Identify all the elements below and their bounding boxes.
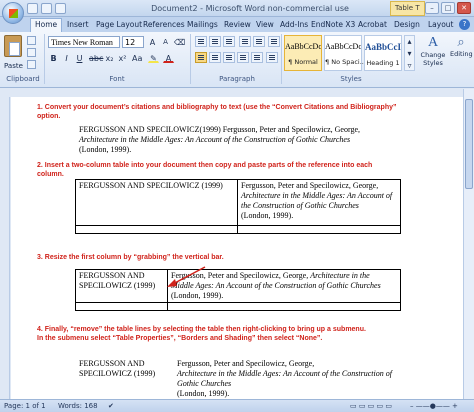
save-icon[interactable] — [27, 3, 38, 14]
tab-endnote[interactable]: EndNote X3 — [311, 19, 355, 32]
font-name-box[interactable]: Times New Roman — [48, 36, 120, 48]
office-button[interactable] — [2, 2, 24, 24]
change-case-icon[interactable]: Aa — [131, 52, 142, 63]
office-logo-icon — [9, 9, 18, 18]
maximize-button[interactable]: □ — [441, 2, 455, 14]
tab-review[interactable]: Review — [224, 19, 251, 32]
tab-layout[interactable]: Layout — [428, 19, 454, 32]
tab-mailings[interactable]: Mailings — [187, 19, 218, 32]
paste-label: Paste — [4, 62, 23, 70]
tab-view[interactable]: View — [256, 19, 274, 32]
redo-icon[interactable] — [55, 3, 66, 14]
instruction-1: 1. Convert your document’s citations and… — [37, 104, 397, 120]
font-size-box[interactable]: 12 — [122, 36, 144, 48]
instruction-2: 2. Insert a two-column table into your d… — [37, 162, 373, 178]
minimize-button[interactable]: – — [425, 2, 439, 14]
find-icon: ⌕ — [457, 35, 465, 50]
align-right-icon[interactable] — [223, 52, 235, 63]
clear-formatting-icon[interactable]: ⌫ — [173, 36, 185, 47]
change-styles-button[interactable]: A Change Styles — [420, 35, 446, 67]
word-count[interactable]: Words: 168 — [58, 402, 98, 410]
vertical-scrollbar[interactable] — [463, 89, 474, 399]
highlight-icon[interactable]: ✎ — [148, 52, 159, 63]
styles-scroll-icon[interactable]: ▴ ▾ ▿ — [404, 35, 415, 71]
tab-design[interactable]: Design — [394, 19, 420, 32]
change-styles-icon: A — [427, 35, 439, 50]
superscript-icon[interactable]: x² — [117, 52, 128, 63]
tab-references[interactable]: References — [143, 19, 185, 32]
bold-icon[interactable]: B — [48, 52, 59, 63]
font-color-icon[interactable]: A — [163, 52, 174, 63]
proofing-icon[interactable]: ✔ — [108, 402, 114, 410]
ribbon-tabs: Home Insert Page Layout References Maili… — [0, 17, 474, 32]
tab-acrobat[interactable]: Acrobat — [358, 19, 387, 32]
style-normal[interactable]: AaBbCcDc ¶ Normal — [284, 35, 322, 71]
undo-icon[interactable] — [41, 3, 52, 14]
table-resized[interactable]: FERGUSSON AND SPECILOWICZ (1999) Ferguss… — [75, 269, 401, 311]
zoom-slider[interactable]: – ——●—— + — [410, 402, 458, 410]
scrollbar-thumb[interactable] — [465, 99, 473, 189]
quick-access-toolbar — [27, 3, 66, 14]
subscript-icon[interactable]: x₂ — [104, 52, 115, 63]
table-cell-key-resized[interactable]: FERGUSSON AND SPECILOWICZ (1999) — [75, 269, 168, 303]
document-page[interactable]: 1. Convert your document’s citations and… — [11, 97, 463, 399]
ribbon-home: Paste Clipboard Times New Roman 12 A A ⌫… — [0, 32, 474, 88]
cut-icon[interactable] — [27, 36, 36, 45]
grow-font-icon[interactable]: A — [147, 36, 158, 47]
table-cell-key[interactable]: FERGUSSON AND SPECILOWICZ (1999) — [75, 179, 238, 226]
strikethrough-icon[interactable]: abc — [88, 52, 103, 63]
align-left-icon[interactable] — [195, 52, 207, 63]
close-button[interactable]: ✕ — [457, 2, 471, 14]
tab-page-layout[interactable]: Page Layout — [96, 19, 142, 32]
shrink-font-icon[interactable]: A — [160, 36, 171, 47]
show-marks-icon[interactable] — [266, 52, 278, 63]
vertical-ruler[interactable] — [0, 97, 10, 399]
numbering-icon[interactable] — [209, 36, 221, 47]
copy-icon[interactable] — [27, 48, 36, 57]
resize-arrow-icon — [167, 266, 206, 287]
instruction-3: 3. Resize the first column by “grabbing”… — [37, 254, 224, 261]
justify-icon[interactable] — [237, 52, 249, 63]
line-spacing-icon[interactable] — [251, 52, 263, 63]
title-bar: Document2 - Microsoft Word non-commercia… — [0, 0, 474, 17]
tab-add-ins[interactable]: Add-Ins — [280, 19, 308, 32]
clipboard-group-label: Clipboard — [6, 75, 40, 83]
sort-icon[interactable] — [268, 36, 280, 47]
window-controls: – □ ✕ — [425, 2, 471, 14]
multilevel-list-icon[interactable] — [223, 36, 235, 47]
align-center-icon[interactable] — [209, 52, 221, 63]
citation-paragraph: FERGUSSON AND SPECILOWICZ(1999) Fergusso… — [79, 125, 361, 154]
italic-icon[interactable]: I — [61, 52, 72, 63]
tab-insert[interactable]: Insert — [67, 19, 89, 32]
tab-home[interactable]: Home — [30, 18, 63, 32]
increase-indent-icon[interactable] — [253, 36, 265, 47]
view-buttons[interactable]: ▭ ▭ ▭ ▭ ▭ — [350, 402, 392, 410]
style-heading-1[interactable]: AaBbCcI Heading 1 — [364, 35, 402, 71]
table-two-column[interactable]: FERGUSSON AND SPECILOWICZ (1999) Ferguss… — [75, 179, 401, 234]
format-painter-icon[interactable] — [27, 60, 36, 69]
page-count[interactable]: Page: 1 of 1 — [4, 402, 46, 410]
instruction-4: 4. Finally, “remove” the table lines by … — [37, 326, 366, 342]
underline-icon[interactable]: U — [74, 52, 85, 63]
help-icon[interactable]: ? — [459, 19, 470, 30]
window-title: Document2 - Microsoft Word non-commercia… — [151, 4, 349, 13]
paste-button[interactable] — [4, 35, 24, 61]
font-group-label: Font — [109, 75, 125, 83]
decrease-indent-icon[interactable] — [239, 36, 251, 47]
styles-group-label: Styles — [340, 75, 362, 83]
status-bar: Page: 1 of 1 Words: 168 ✔ ▭ ▭ ▭ ▭ ▭ – ——… — [0, 399, 474, 412]
bullets-icon[interactable] — [195, 36, 207, 47]
paragraph-group-label: Paragraph — [219, 75, 255, 83]
editing-button[interactable]: ⌕ Editing — [450, 35, 473, 58]
table-tools-tab[interactable]: Table T — [390, 1, 425, 16]
horizontal-ruler[interactable] — [0, 89, 474, 97]
table-cell-reference[interactable]: Fergusson, Peter and Specilowicz, George… — [237, 179, 401, 226]
style-no-spacing[interactable]: AaBbCcDc ¶ No Spaci... — [324, 35, 366, 71]
